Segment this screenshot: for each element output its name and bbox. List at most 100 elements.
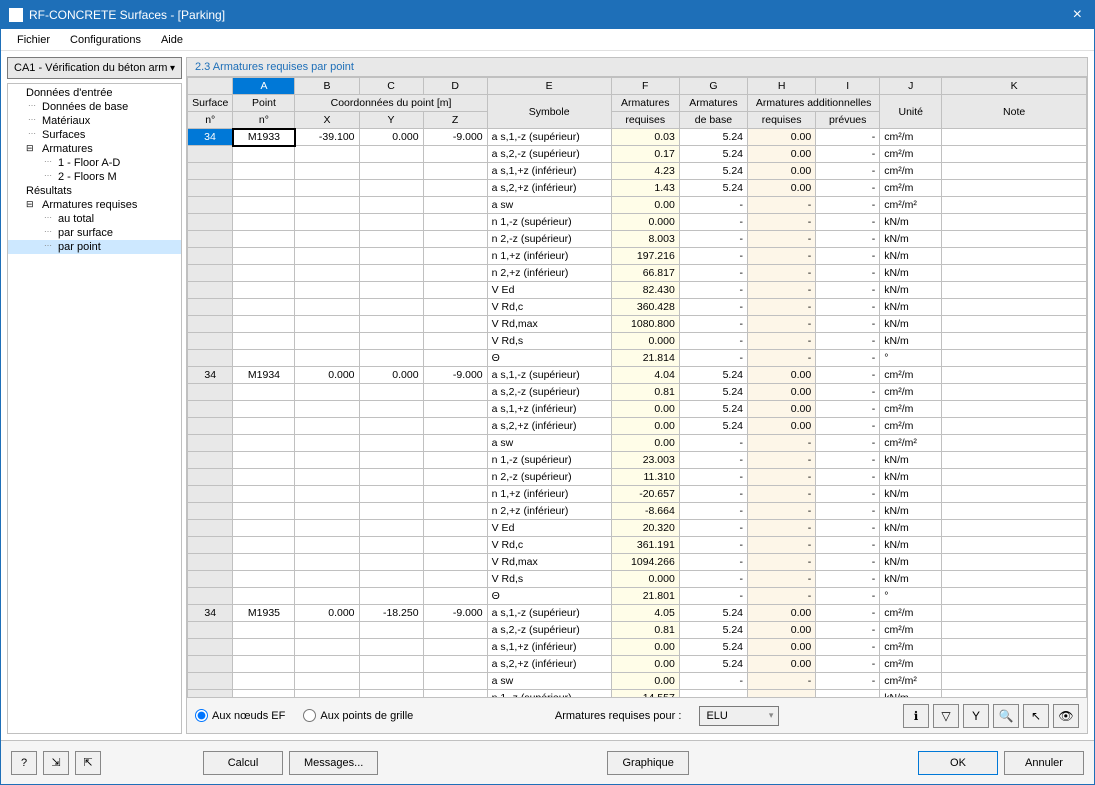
cell-note[interactable] — [942, 350, 1087, 367]
cell-add-req[interactable]: - — [748, 520, 816, 537]
help-button[interactable]: ? — [11, 751, 37, 775]
tree-materiaux[interactable]: Matériaux — [8, 114, 181, 128]
col-letter[interactable]: J — [880, 78, 942, 95]
table-row[interactable]: a s,2,-z (supérieur)0.815.240.00-cm²/m — [188, 622, 1087, 639]
cell-unit[interactable]: cm²/m — [880, 129, 942, 146]
cell-empty[interactable] — [188, 673, 233, 690]
cell-req[interactable]: 82.430 — [611, 282, 679, 299]
cell-add-prev[interactable]: - — [816, 486, 880, 503]
cell-symbol[interactable]: a sw — [487, 435, 611, 452]
tree-par-surface[interactable]: par surface — [8, 226, 181, 240]
table-row[interactable]: V Rd,c361.191---kN/m — [188, 537, 1087, 554]
cell-symbol[interactable]: a s,1,-z (supérieur) — [487, 129, 611, 146]
cell-base[interactable]: - — [679, 435, 747, 452]
table-row[interactable]: n 2,-z (supérieur)8.003---kN/m — [188, 231, 1087, 248]
cell-base[interactable]: - — [679, 503, 747, 520]
cell-unit[interactable]: kN/m — [880, 537, 942, 554]
col-letter[interactable]: F — [611, 78, 679, 95]
cell-base[interactable]: 5.24 — [679, 146, 747, 163]
cell-unit[interactable]: kN/m — [880, 316, 942, 333]
cell-add-prev[interactable]: - — [816, 248, 880, 265]
cell-add-prev[interactable]: - — [816, 435, 880, 452]
cell-note[interactable] — [942, 435, 1087, 452]
cell-note[interactable] — [942, 469, 1087, 486]
cell-add-req[interactable]: 0.00 — [748, 656, 816, 673]
cell-z[interactable]: -9.000 — [423, 129, 487, 146]
cell-unit[interactable]: cm²/m — [880, 384, 942, 401]
col-letter[interactable]: I — [816, 78, 880, 95]
cell-add-req[interactable]: - — [748, 299, 816, 316]
cell-add-req[interactable]: - — [748, 537, 816, 554]
cell-req[interactable]: 23.003 — [611, 452, 679, 469]
cell-note[interactable] — [942, 401, 1087, 418]
cell-base[interactable]: - — [679, 299, 747, 316]
cell-base[interactable]: - — [679, 452, 747, 469]
radio-points-grille-input[interactable] — [303, 709, 316, 722]
cell-unit[interactable]: cm²/m — [880, 401, 942, 418]
cell-symbol[interactable]: Θ — [487, 350, 611, 367]
cell-symbol[interactable]: V Ed — [487, 520, 611, 537]
cell-empty[interactable] — [188, 401, 233, 418]
cell-base[interactable]: 5.24 — [679, 129, 747, 146]
cell-unit[interactable]: kN/m — [880, 333, 942, 350]
cell-add-req[interactable]: - — [748, 435, 816, 452]
tree-floors-m[interactable]: 2 - Floors M — [8, 170, 181, 184]
table-row[interactable]: 34M19350.000-18.250-9.000a s,1,-z (supér… — [188, 605, 1087, 622]
ok-button[interactable]: OK — [918, 751, 998, 775]
cell-unit[interactable]: cm²/m — [880, 622, 942, 639]
cell-add-req[interactable]: - — [748, 554, 816, 571]
cell-req[interactable]: 0.00 — [611, 639, 679, 656]
cell-unit[interactable]: cm²/m — [880, 367, 942, 384]
cell-empty[interactable] — [188, 452, 233, 469]
cell-add-req[interactable]: 0.00 — [748, 367, 816, 384]
cell-unit[interactable]: kN/m — [880, 299, 942, 316]
cell-req[interactable]: 21.801 — [611, 588, 679, 605]
tree-surfaces[interactable]: Surfaces — [8, 128, 181, 142]
cell-note[interactable] — [942, 486, 1087, 503]
cell-add-req[interactable]: - — [748, 316, 816, 333]
table-row[interactable]: a s,2,+z (inférieur)0.005.240.00-cm²/m — [188, 418, 1087, 435]
col-letter[interactable]: G — [679, 78, 747, 95]
cell-unit[interactable]: kN/m — [880, 690, 942, 698]
cell-unit[interactable]: cm²/m — [880, 639, 942, 656]
filter-button[interactable]: ▽ — [933, 704, 959, 728]
cell-req[interactable]: 0.03 — [611, 129, 679, 146]
cell-add-prev[interactable]: - — [816, 554, 880, 571]
cell-base[interactable]: - — [679, 537, 747, 554]
cell-point[interactable]: M1933 — [233, 129, 295, 146]
table-row[interactable]: 34M19340.0000.000-9.000a s,1,-z (supérie… — [188, 367, 1087, 384]
tree-floor-ad[interactable]: 1 - Floor A-D — [8, 156, 181, 170]
cell-note[interactable] — [942, 588, 1087, 605]
cell-empty[interactable] — [188, 350, 233, 367]
cell-unit[interactable]: kN/m — [880, 469, 942, 486]
cell-add-prev[interactable]: - — [816, 350, 880, 367]
cell-base[interactable]: - — [679, 350, 747, 367]
cell-symbol[interactable]: a s,2,-z (supérieur) — [487, 622, 611, 639]
table-row[interactable]: a s,2,-z (supérieur)0.175.240.00-cm²/m — [188, 146, 1087, 163]
cell-req[interactable]: 0.00 — [611, 673, 679, 690]
export-button[interactable]: ⇲ — [43, 751, 69, 775]
cell-symbol[interactable]: Θ — [487, 588, 611, 605]
cell-z[interactable]: -9.000 — [423, 367, 487, 384]
cell-note[interactable] — [942, 367, 1087, 384]
cell-note[interactable] — [942, 622, 1087, 639]
table-row[interactable]: n 1,-z (supérieur)0.000---kN/m — [188, 214, 1087, 231]
cell-add-req[interactable]: - — [748, 503, 816, 520]
cell-symbol[interactable]: a s,1,-z (supérieur) — [487, 605, 611, 622]
cell-add-prev[interactable]: - — [816, 622, 880, 639]
cell-add-req[interactable]: 0.00 — [748, 163, 816, 180]
cell-unit[interactable]: cm²/m² — [880, 435, 942, 452]
cell-add-prev[interactable]: - — [816, 180, 880, 197]
col-letter[interactable]: B — [295, 78, 359, 95]
menu-aide[interactable]: Aide — [151, 32, 193, 48]
cell-add-prev[interactable]: - — [816, 163, 880, 180]
cell-note[interactable] — [942, 520, 1087, 537]
cell-add-prev[interactable]: - — [816, 401, 880, 418]
table-row[interactable]: Θ21.801---° — [188, 588, 1087, 605]
cell-y[interactable]: -18.250 — [359, 605, 423, 622]
cell-note[interactable] — [942, 248, 1087, 265]
tree-au-total[interactable]: au total — [8, 212, 181, 226]
cell-symbol[interactable]: V Rd,s — [487, 333, 611, 350]
case-dropdown[interactable]: CA1 - Vérification du béton arm — [7, 57, 182, 79]
cell-unit[interactable]: kN/m — [880, 248, 942, 265]
